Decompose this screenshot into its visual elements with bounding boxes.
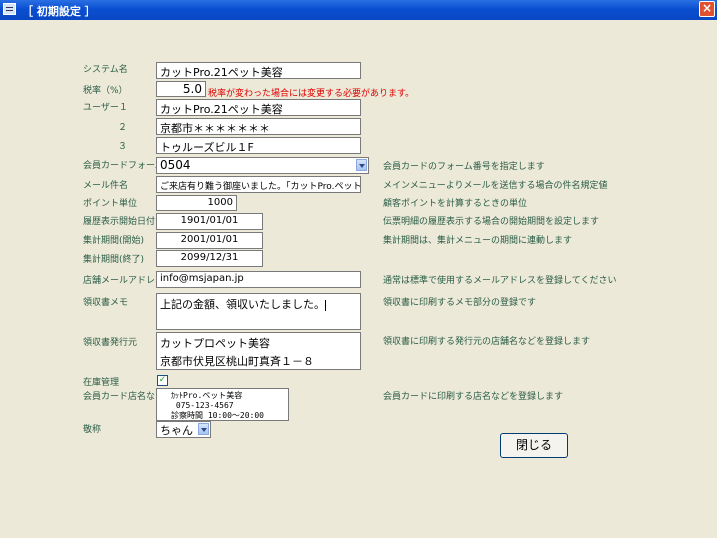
system-name-input[interactable]: カットPro.21ペット美容 (156, 62, 361, 79)
member-card-form-select[interactable]: 0504 (156, 157, 369, 174)
mail-subject-input[interactable]: ご来店有り難う御座いました。「カットPro.ペット美容」 (156, 176, 361, 193)
help-history-start: 伝票明細の履歴表示する場合の開始期間を設定します (383, 217, 600, 227)
label-member-card-shop: 会員カード店名など (83, 392, 165, 402)
chevron-down-icon[interactable] (198, 423, 209, 435)
tax-rate-input[interactable]: 5.0 (156, 81, 206, 97)
help-period-start: 集計期間は、集計メニューの期間に連動します (383, 236, 573, 246)
user2-input[interactable]: 京都市＊＊＊＊＊＊＊ (156, 118, 361, 135)
text-cursor (325, 299, 326, 311)
label-stock-mgmt: 在庫管理 (83, 378, 120, 388)
label-user2: ２ (118, 123, 128, 133)
chevron-down-icon[interactable] (356, 159, 367, 171)
user1-input[interactable]: カットPro.21ペット美容 (156, 99, 361, 116)
user3-input[interactable]: トゥルーズビル１F (156, 137, 361, 154)
honorific-value: ちゃん (160, 424, 193, 437)
stock-mgmt-checkbox[interactable]: ✓ (157, 375, 168, 386)
receipt-issuer-textarea[interactable]: カットプロペット美容 京都市伏見区桃山町真斉１－８ (156, 332, 361, 370)
window-title: ［ 初期設定 ］ (22, 5, 96, 18)
label-mail-subject: メール件名 (83, 181, 129, 191)
help-receipt-memo: 領収書に印刷するメモ部分の登録です (383, 298, 537, 308)
member-card-shop-textarea[interactable]: ｶｯﾄPro.ペット美容 075-123-4567 診察時間 10:00～20:… (156, 388, 289, 421)
label-period-end: 集計期間(終了) (83, 255, 145, 265)
receipt-memo-textarea[interactable]: 上記の金額、領収いたしました。 (156, 293, 361, 330)
help-shop-email: 通常は標準で使用するメールアドレスを登録してください (383, 276, 617, 286)
close-button[interactable]: 閉じる (500, 433, 568, 458)
member-card-form-value: 0504 (160, 158, 191, 172)
help-point-unit: 顧客ポイントを計算するときの単位 (383, 199, 528, 209)
label-user1: ユーザー１ (83, 103, 128, 113)
receipt-issuer-line2: 京都市伏見区桃山町真斉１－８ (160, 355, 314, 368)
help-member-card-form: 会員カードのフォーム番号を指定します (383, 162, 545, 172)
honorific-select[interactable]: ちゃん (156, 421, 211, 438)
period-end-input[interactable]: 2099/12/31 (156, 250, 263, 267)
period-start-input[interactable]: 2001/01/01 (156, 232, 263, 249)
label-receipt-issuer: 領収書発行元 (83, 338, 138, 348)
receipt-issuer-line1: カットプロペット美容 (160, 337, 270, 350)
label-user3: ３ (118, 142, 128, 152)
tax-rate-warning: 税率が変わった場合には変更する必要があります。 (208, 89, 415, 99)
label-shop-email: 店舗メールアドレス (83, 276, 165, 286)
help-receipt-issuer: 領収書に印刷する発行元の店舗名などを登録します (383, 337, 591, 347)
label-point-unit: ポイント単位 (83, 199, 138, 209)
history-start-input[interactable]: 1901/01/01 (156, 213, 263, 230)
label-system-name: システム名 (83, 65, 128, 75)
form-icon (3, 3, 16, 15)
label-honorific: 敬称 (83, 425, 102, 435)
help-mail-subject: メインメニューよりメールを送信する場合の件名規定値 (383, 181, 608, 191)
close-window-icon[interactable]: × (699, 1, 715, 17)
point-unit-input[interactable]: 1000 (156, 195, 237, 211)
help-member-card-shop: 会員カードに印刷する店名などを登録します (383, 392, 564, 402)
receipt-memo-text: 上記の金額、領収いたしました。 (160, 298, 325, 311)
label-receipt-memo: 領収書メモ (83, 298, 129, 308)
shop-email-input[interactable]: info@msjapan.jp (156, 271, 361, 288)
label-period-start: 集計期間(開始) (83, 236, 145, 246)
title-bar: ［ 初期設定 ］ × (0, 0, 717, 20)
label-member-card-form: 会員カードフォーム (83, 161, 164, 171)
label-tax-rate: 税率（%） (83, 86, 128, 96)
label-history-start: 履歴表示開始日付 (83, 217, 156, 227)
